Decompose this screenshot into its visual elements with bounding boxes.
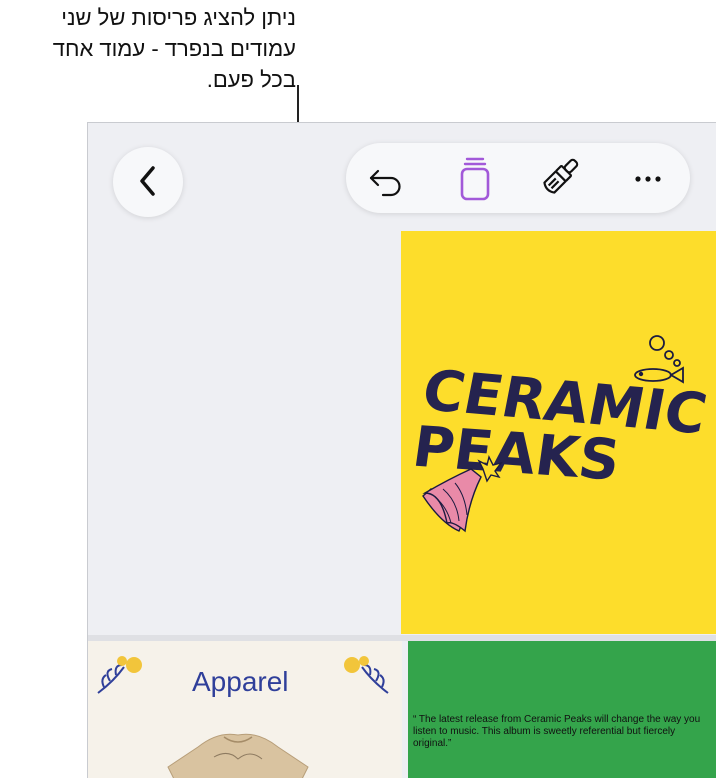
format-button[interactable]: [529, 143, 589, 213]
tshirt-image: [167, 733, 309, 778]
pages-button[interactable]: [442, 143, 502, 213]
fish-icon: [634, 335, 684, 384]
chevron-left-icon: [140, 166, 155, 196]
page-stack-icon: [460, 157, 490, 201]
callout-text: ניתן להציג פריסות של שני עמודים בנפרד - …: [0, 2, 296, 95]
undo-button[interactable]: [355, 143, 415, 213]
page-thumbnail-poster[interactable]: CERAMIC PEAKS: [401, 231, 716, 634]
app-canvas: CERAMIC PEAKS Apparel “ The latest relea…: [87, 122, 716, 778]
page-thumbnail-review[interactable]: “ The latest release from Ceramic Peaks …: [408, 641, 716, 778]
apparel-title: Apparel: [192, 666, 289, 697]
poster-title-line-2: PEAKS: [409, 415, 624, 494]
flower-icon-right: [344, 656, 389, 694]
back-button[interactable]: [113, 147, 183, 217]
poster-art: CERAMIC PEAKS: [409, 335, 712, 533]
callout-line-3: בכל פעם.: [206, 67, 296, 92]
undo-icon: [369, 169, 401, 197]
callout-line-2: עמודים בנפרד - עמוד אחד: [52, 36, 296, 61]
review-quote: “ The latest release from Ceramic Peaks …: [413, 714, 701, 749]
top-toolbar: [346, 143, 690, 213]
more-button[interactable]: [618, 143, 678, 213]
page-thumbnail-apparel[interactable]: Apparel: [88, 641, 402, 778]
callout-line-1: ניתן להציג פריסות של שני: [61, 5, 296, 30]
ellipsis-icon: [635, 176, 661, 182]
flower-icon-left: [97, 656, 142, 694]
paintbrush-icon: [543, 158, 579, 194]
